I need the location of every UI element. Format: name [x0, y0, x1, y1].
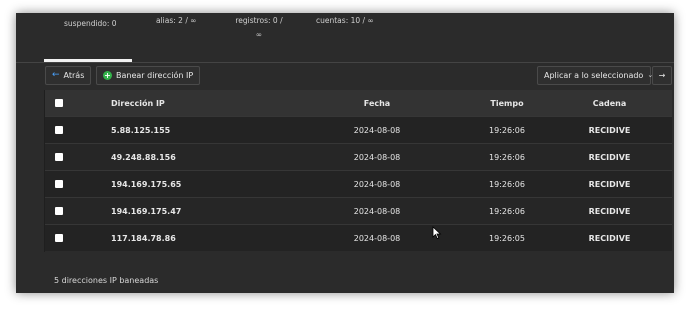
table-row[interactable]: 49.248.88.156 2024-08-08 19:26:06 RECIDI…: [45, 143, 672, 170]
header-ip[interactable]: Dirección IP: [73, 99, 287, 108]
back-button-label: Atrás: [63, 71, 85, 80]
cell-ip: 194.169.175.47: [111, 206, 182, 216]
bulk-action-value: Aplicar a lo seleccionado: [544, 71, 644, 80]
arrow-right-icon: →: [658, 71, 666, 80]
header-chain[interactable]: Cadena: [547, 99, 672, 108]
stat-records-line2: ∞: [255, 30, 263, 39]
row-checkbox[interactable]: [55, 180, 63, 188]
plus-circle-icon: +: [103, 71, 112, 80]
left-gutter: [16, 90, 45, 252]
cell-chain: RECIDIVE: [588, 233, 631, 243]
row-check-cell: [45, 234, 73, 242]
cell-chain: RECIDIVE: [588, 125, 631, 135]
cell-ip: 117.184.78.86: [111, 233, 176, 243]
cell-chain: RECIDIVE: [588, 206, 631, 216]
toolbar: ← Atrás + Banear dirección IP Aplicar a …: [16, 66, 674, 88]
cell-time: 19:26:06: [489, 206, 525, 216]
cell-time: 19:26:06: [489, 179, 525, 189]
bulk-action-select[interactable]: Aplicar a lo seleccionado ⌄: [537, 66, 653, 85]
row-checkbox[interactable]: [55, 126, 63, 134]
header-divider: [16, 62, 674, 63]
cell-time: 19:26:05: [489, 233, 525, 243]
select-all-checkbox[interactable]: [55, 99, 63, 107]
select-all-cell: [45, 99, 73, 107]
stat-accounts: cuentas: 10 / ∞: [316, 16, 374, 25]
cell-chain: RECIDIVE: [588, 179, 631, 189]
table-row[interactable]: 194.169.175.47 2024-08-08 19:26:06 RECID…: [45, 197, 672, 224]
apply-button[interactable]: →: [652, 66, 672, 85]
table-header: Dirección IP Fecha Tiempo Cadena: [45, 90, 672, 116]
table-row[interactable]: 5.88.125.155 2024-08-08 19:26:06 RECIDIV…: [45, 116, 672, 143]
cell-ip: 5.88.125.155: [111, 125, 171, 135]
row-checkbox[interactable]: [55, 153, 63, 161]
table-body: 5.88.125.155 2024-08-08 19:26:06 RECIDIV…: [45, 116, 672, 251]
cell-chain: RECIDIVE: [588, 152, 631, 162]
cell-ip: 49.248.88.156: [111, 152, 176, 162]
ban-ip-button-label: Banear dirección IP: [116, 71, 194, 80]
app-window: suspendido: 0 alias: 2 / ∞ registros: 0 …: [16, 13, 674, 293]
cell-date: 2024-08-08: [353, 125, 401, 135]
row-check-cell: [45, 153, 73, 161]
stat-suspended: suspendido: 0: [64, 19, 117, 28]
cell-ip: 194.169.175.65: [111, 179, 182, 189]
header-time[interactable]: Tiempo: [467, 99, 547, 108]
table-row[interactable]: 194.169.175.65 2024-08-08 19:26:06 RECID…: [45, 170, 672, 197]
row-check-cell: [45, 126, 73, 134]
row-check-cell: [45, 207, 73, 215]
arrow-left-icon: ←: [52, 70, 60, 80]
cell-date: 2024-08-08: [353, 179, 401, 189]
mouse-pointer-icon: [432, 226, 442, 240]
stat-records: registros: 0 / ∞: [229, 13, 289, 43]
stats-bar: suspendido: 0 alias: 2 / ∞ registros: 0 …: [16, 13, 674, 63]
cell-date: 2024-08-08: [353, 206, 401, 216]
header-date[interactable]: Fecha: [287, 99, 467, 108]
cell-time: 19:26:06: [489, 125, 525, 135]
row-checkbox[interactable]: [55, 207, 63, 215]
banned-count-text: 5 direcciones IP baneadas: [54, 276, 159, 285]
cell-time: 19:26:06: [489, 152, 525, 162]
banned-ip-table: Dirección IP Fecha Tiempo Cadena 5.88.12…: [45, 90, 672, 251]
row-check-cell: [45, 180, 73, 188]
stat-alias: alias: 2 / ∞: [156, 16, 197, 25]
table-row[interactable]: 117.184.78.86 2024-08-08 19:26:05 RECIDI…: [45, 224, 672, 251]
back-button[interactable]: ← Atrás: [45, 66, 92, 85]
row-checkbox[interactable]: [55, 234, 63, 242]
ban-ip-button[interactable]: + Banear dirección IP: [96, 66, 201, 85]
cell-date: 2024-08-08: [353, 152, 401, 162]
